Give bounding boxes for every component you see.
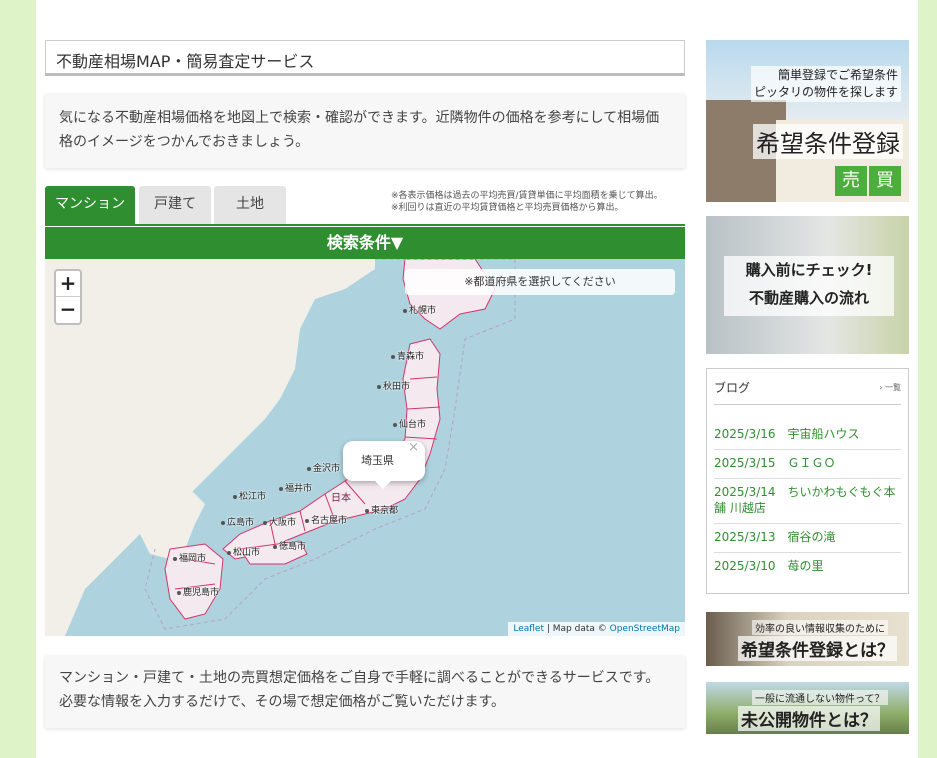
country-label-japan: 日本 bbox=[331, 493, 351, 504]
blog-item[interactable]: 2025/3/15 ＧＩＧＯ bbox=[714, 450, 901, 479]
banner-preference-registration[interactable]: 簡単登録でご希望条件 ピッタリの物件を探します 希望条件登録 売買 bbox=[706, 40, 909, 202]
zoom-out-button[interactable]: − bbox=[56, 297, 80, 323]
blog-list: 2025/3/16 宇宙船ハウス 2025/3/15 ＧＩＧＯ 2025/3/1… bbox=[714, 421, 901, 581]
banner2-line-2: 不動産購入の流れ bbox=[748, 289, 869, 307]
banner1-line-1: 簡単登録でご希望条件 bbox=[777, 68, 898, 82]
banner-unlisted-properties[interactable]: 一般に流通しない物件って？ 未公開物件とは？ bbox=[706, 682, 909, 734]
prefecture-selector[interactable]: ※都道府県を選択してください bbox=[405, 269, 675, 295]
banner3-line-2: 希望条件登録とは？ bbox=[738, 636, 897, 661]
blog-more-link[interactable]: › 一覧 bbox=[879, 382, 901, 393]
city-label-akita: 秋田市 bbox=[377, 379, 410, 392]
city-label-fukuoka: 福岡市 bbox=[173, 551, 206, 564]
banner3-line-1: 効率の良い情報収集のために bbox=[752, 620, 888, 635]
blog-widget: ブログ › 一覧 2025/3/16 宇宙船ハウス 2025/3/15 ＧＩＧＯ… bbox=[706, 368, 909, 594]
attribution-separator: | Map data © bbox=[544, 624, 610, 634]
city-label-hiroshima: 広島市 bbox=[221, 515, 254, 528]
zoom-in-button[interactable]: + bbox=[56, 271, 80, 297]
city-label-tokushima: 徳島市 bbox=[273, 539, 306, 552]
banner1-title: 希望条件登録 bbox=[753, 124, 903, 159]
banner1-line-2: ピッタリの物件を探します bbox=[753, 85, 898, 99]
leaflet-link[interactable]: Leaflet bbox=[513, 624, 544, 634]
city-label-matsue: 松江市 bbox=[233, 489, 266, 502]
banner4-line-2: 未公開物件とは？ bbox=[738, 706, 880, 731]
banner2-line-1: 購入前にチェック! bbox=[745, 261, 873, 279]
note-line-2: ※利回りは直近の平均賃貸価格と平均売買価格から算出。 bbox=[391, 203, 624, 213]
banner2-caption: 購入前にチェック! 不動産購入の流れ bbox=[724, 256, 894, 316]
city-label-tokyo: 東京都 bbox=[365, 503, 398, 516]
search-conditions-toggle[interactable]: 検索条件▼ bbox=[45, 227, 685, 259]
city-label-fukui: 福井市 bbox=[279, 481, 312, 494]
blog-header: ブログ › 一覧 bbox=[714, 379, 901, 405]
page-title: 不動産相場MAP・簡易査定サービス bbox=[45, 40, 685, 76]
banner-what-is-registration[interactable]: 効率の良い情報収集のために 希望条件登録とは？ bbox=[706, 612, 909, 666]
banner1-badges: 売買 bbox=[833, 166, 901, 196]
service-description: マンション・戸建て・土地の売買想定価格をご自身で手軽に調べることができるサービス… bbox=[45, 656, 685, 728]
tab-house[interactable]: 戸建て bbox=[139, 186, 211, 224]
map-attribution: Leaflet | Map data © OpenStreetMap bbox=[508, 622, 685, 636]
blog-heading: ブログ bbox=[714, 381, 751, 395]
city-label-sapporo: 札幌市 bbox=[403, 303, 436, 316]
intro-text: 気になる不動産相場価格を地図上で検索・確認ができます。近隣物件の価格を参考にして… bbox=[45, 94, 685, 168]
city-label-kanazawa: 金沢市 bbox=[307, 461, 340, 474]
tab-land[interactable]: 土地 bbox=[214, 186, 286, 224]
city-label-kagoshima: 鹿児島市 bbox=[177, 585, 219, 598]
japan-map[interactable]: 札幌市 青森市 秋田市 仙台市 金沢市 福井市 松江市 広島市 大阪市 名古屋市… bbox=[45, 259, 685, 636]
blog-item[interactable]: 2025/3/14 ちいかわもぐもぐ本舗 川越店 bbox=[714, 479, 901, 524]
prefecture-popup: 埼玉県 × bbox=[343, 440, 425, 489]
osm-link[interactable]: OpenStreetMap bbox=[610, 624, 680, 634]
city-label-nagoya: 名古屋市 bbox=[305, 513, 347, 526]
note-line-1: ※各表示価格は過去の平均売買/賃貸単価に平均面積を乗じて算出。 bbox=[391, 191, 663, 201]
tab-mansion[interactable]: マンション bbox=[45, 186, 135, 224]
page: 不動産相場MAP・簡易査定サービス 気になる不動産相場価格を地図上で検索・確認が… bbox=[36, 0, 918, 758]
popup-close-icon[interactable]: × bbox=[408, 428, 419, 468]
city-label-osaka: 大阪市 bbox=[263, 515, 296, 528]
blog-item[interactable]: 2025/3/13 宿谷の滝 bbox=[714, 524, 901, 553]
banner-purchase-flow[interactable]: 購入前にチェック! 不動産購入の流れ bbox=[706, 216, 909, 354]
price-notes: ※各表示価格は過去の平均売買/賃貸単価に平均面積を乗じて算出。 ※利回りは直近の… bbox=[391, 190, 691, 214]
city-label-matsuyama: 松山市 bbox=[227, 545, 260, 558]
popup-label: 埼玉県 bbox=[361, 454, 394, 467]
city-label-aomori: 青森市 bbox=[391, 349, 424, 362]
banner1-caption: 簡単登録でご希望条件 ピッタリの物件を探します bbox=[750, 66, 901, 102]
banner4-line-1: 一般に流通しない物件って？ bbox=[752, 690, 888, 705]
badge-sell: 売 bbox=[835, 166, 867, 196]
blog-item[interactable]: 2025/3/10 苺の里 bbox=[714, 553, 901, 581]
blog-item[interactable]: 2025/3/16 宇宙船ハウス bbox=[714, 421, 901, 450]
badge-buy: 買 bbox=[869, 166, 901, 196]
zoom-control: + − bbox=[54, 269, 82, 325]
